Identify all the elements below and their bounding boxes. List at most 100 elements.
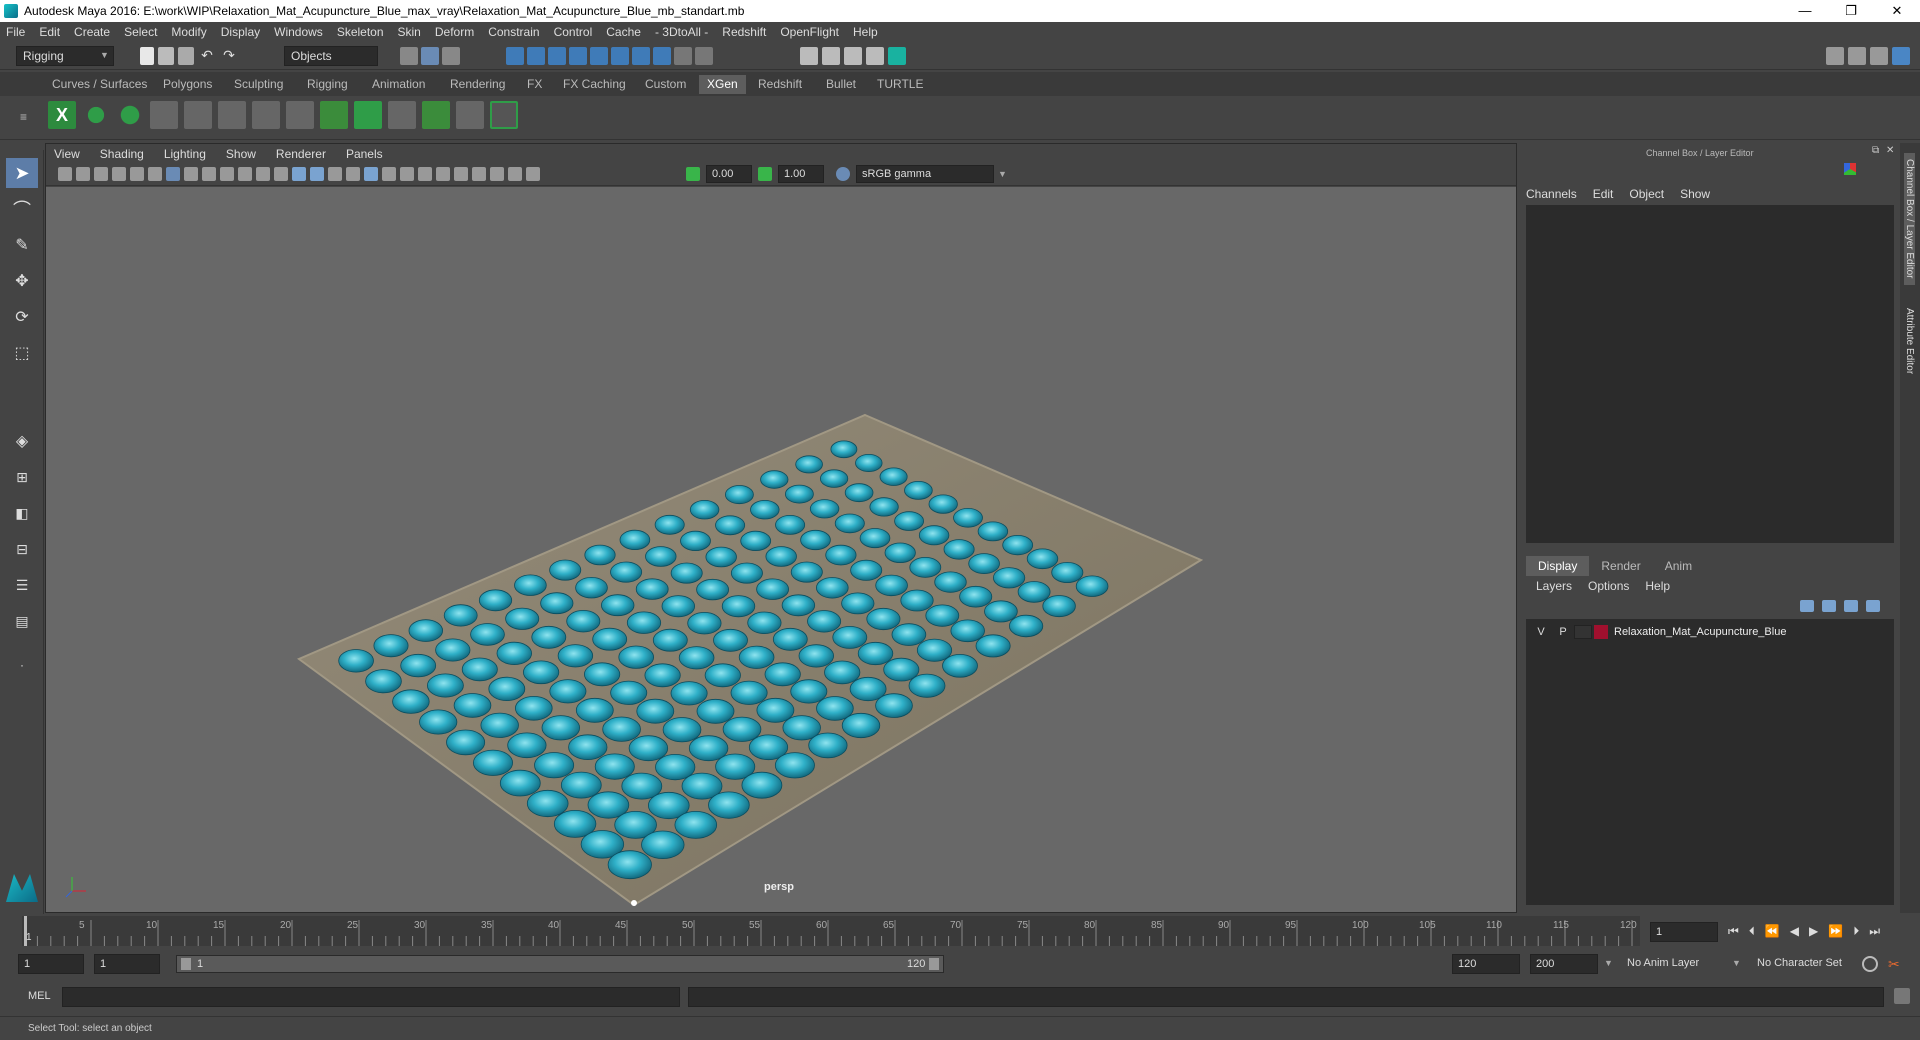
play-forward-icon[interactable]: ▶: [1809, 924, 1818, 939]
menu-modify[interactable]: Modify: [171, 25, 206, 39]
playback-end-field[interactable]: 120: [1452, 954, 1520, 974]
exposure-icon[interactable]: [686, 167, 700, 181]
grid-icon[interactable]: [166, 167, 180, 181]
xgen-guide-length-icon[interactable]: [252, 101, 280, 129]
shelf-tab-custom[interactable]: Custom: [637, 75, 694, 94]
save-scene-icon[interactable]: [178, 47, 194, 65]
shelf-tab-bullet[interactable]: Bullet: [818, 75, 864, 94]
isolate-select-icon[interactable]: [418, 167, 432, 181]
menu-help[interactable]: Help: [853, 25, 878, 39]
channel-box-menu-channels[interactable]: Channels: [1526, 187, 1577, 201]
render-view-icon[interactable]: [800, 47, 818, 65]
current-frame-field[interactable]: 1: [1650, 922, 1718, 942]
new-empty-layer-icon[interactable]: [1844, 600, 1858, 612]
menu-windows[interactable]: Windows: [274, 25, 323, 39]
menu-openflight[interactable]: OpenFlight: [780, 25, 839, 39]
range-slider[interactable]: 1 120: [176, 955, 944, 973]
lock-icon[interactable]: [674, 47, 692, 65]
gamma-field[interactable]: 1.00: [778, 165, 824, 183]
exposure-field[interactable]: 0.00: [706, 165, 752, 183]
shelf-tab-fx[interactable]: FX: [519, 75, 550, 94]
select-object-icon[interactable]: [421, 47, 439, 65]
layer-tab-display[interactable]: Display: [1526, 556, 1590, 576]
menu-3dtoall[interactable]: - 3DtoAll -: [655, 25, 708, 39]
xray-icon[interactable]: [436, 167, 450, 181]
xgen-grass-icon[interactable]: [422, 101, 450, 129]
symmetry-icon[interactable]: [632, 47, 650, 65]
use-all-lights-icon[interactable]: [364, 167, 378, 181]
shadows-icon[interactable]: [382, 167, 396, 181]
new-layer-selected-icon[interactable]: [1866, 600, 1880, 612]
backface-culling-icon[interactable]: [472, 167, 486, 181]
xgen-place-guides-icon[interactable]: [150, 101, 178, 129]
menu-create[interactable]: Create: [74, 25, 110, 39]
time-slider-track[interactable]: 5 10 15 20 25 30 35 40 45 50 55 60 65 70 75 80 85 90 95 100…: [22, 916, 1640, 946]
menu-select[interactable]: Select: [124, 25, 157, 39]
menu-skeleton[interactable]: Skeleton: [337, 25, 384, 39]
soft-select-icon[interactable]: [653, 47, 671, 65]
selection-mode-dropdown[interactable]: Objects: [284, 46, 378, 66]
bookmark-icon[interactable]: [94, 167, 108, 181]
viewport-menu-renderer[interactable]: Renderer: [276, 147, 326, 161]
four-view-layout-icon[interactable]: ⊞: [6, 462, 38, 492]
gamma-icon[interactable]: [758, 167, 772, 181]
restore-button[interactable]: ❐: [1828, 3, 1874, 19]
channel-box-menu-object[interactable]: Object: [1629, 187, 1664, 201]
image-plane-icon[interactable]: [112, 167, 126, 181]
step-back-icon[interactable]: ⏴: [1749, 924, 1755, 939]
channel-list[interactable]: [1526, 205, 1894, 543]
view-transform-dropdown[interactable]: sRGB gamma: [856, 165, 994, 183]
menu-redshift[interactable]: Redshift: [722, 25, 766, 39]
two-view-stacked-layout-icon[interactable]: ⊟: [6, 534, 38, 564]
shelf-tab-redshift[interactable]: Redshift: [750, 75, 810, 94]
anim-layer-dropdown[interactable]: No Anim Layer: [1622, 954, 1742, 974]
move-layer-down-icon[interactable]: [1822, 600, 1836, 612]
command-language-toggle[interactable]: MEL: [28, 990, 51, 1002]
menu-display[interactable]: Display: [221, 25, 260, 39]
layer-menu-help[interactable]: Help: [1645, 579, 1670, 593]
layer-tab-anim[interactable]: Anim: [1653, 556, 1704, 576]
two-view-side-layout-icon[interactable]: ◧: [6, 498, 38, 528]
move-layer-up-icon[interactable]: [1800, 600, 1814, 612]
side-tab-channel-box[interactable]: Channel Box / Layer Editor: [1904, 153, 1915, 285]
render-settings-icon[interactable]: [866, 47, 884, 65]
range-start-handle[interactable]: [181, 958, 191, 970]
snap-point-icon[interactable]: [548, 47, 566, 65]
shelf-tab-polygons[interactable]: Polygons: [155, 75, 220, 94]
go-to-end-icon[interactable]: ⏭: [1869, 924, 1880, 939]
shelf-menu-icon[interactable]: ≡: [20, 110, 27, 124]
menu-deform[interactable]: Deform: [435, 25, 474, 39]
move-tool-icon[interactable]: ✥: [6, 266, 38, 296]
motion-blur-icon[interactable]: [508, 167, 522, 181]
more-layouts-icon[interactable]: ·: [6, 650, 38, 680]
tool-settings-icon[interactable]: [1870, 47, 1888, 65]
modeling-toolkit-icon[interactable]: [1826, 47, 1844, 65]
multisample-aa-icon[interactable]: [490, 167, 504, 181]
3d-viewport[interactable]: persp: [46, 187, 1516, 912]
viewport-menu-show[interactable]: Show: [226, 147, 256, 161]
layer-menu-options[interactable]: Options: [1588, 579, 1629, 593]
step-forward-key-icon[interactable]: ⏩: [1828, 924, 1843, 939]
time-slider[interactable]: 5 10 15 20 25 30 35 40 45 50 55 60 65 70 75 80 85 90 95 100…: [0, 914, 1920, 948]
safe-title-icon[interactable]: [274, 167, 288, 181]
shelf-tab-fx-caching[interactable]: FX Caching: [555, 75, 634, 94]
scale-tool-icon[interactable]: ⬚: [6, 338, 38, 368]
shelf-tab-animation[interactable]: Animation: [364, 75, 433, 94]
menu-cache[interactable]: Cache: [606, 25, 641, 39]
channel-box-icon[interactable]: [1892, 47, 1910, 65]
safe-action-icon[interactable]: [256, 167, 270, 181]
xgen-layers-icon[interactable]: [354, 101, 382, 129]
menu-skin[interactable]: Skin: [398, 25, 421, 39]
resolution-gate-icon[interactable]: [202, 167, 216, 181]
step-back-key-icon[interactable]: ⏪: [1765, 924, 1780, 939]
2d-pan-zoom-icon[interactable]: [130, 167, 144, 181]
textured-icon[interactable]: [346, 167, 360, 181]
attribute-editor-icon[interactable]: [1848, 47, 1866, 65]
undo-icon[interactable]: ↶: [198, 47, 216, 65]
select-hierarchy-icon[interactable]: [400, 47, 418, 65]
layer-color-swatch[interactable]: [1594, 625, 1608, 639]
character-set-dropdown[interactable]: No Character Set: [1752, 954, 1860, 974]
gate-mask-icon[interactable]: [220, 167, 234, 181]
film-gate-icon[interactable]: [184, 167, 198, 181]
shelf-tab-curves-surfaces[interactable]: Curves / Surfaces: [44, 75, 155, 94]
